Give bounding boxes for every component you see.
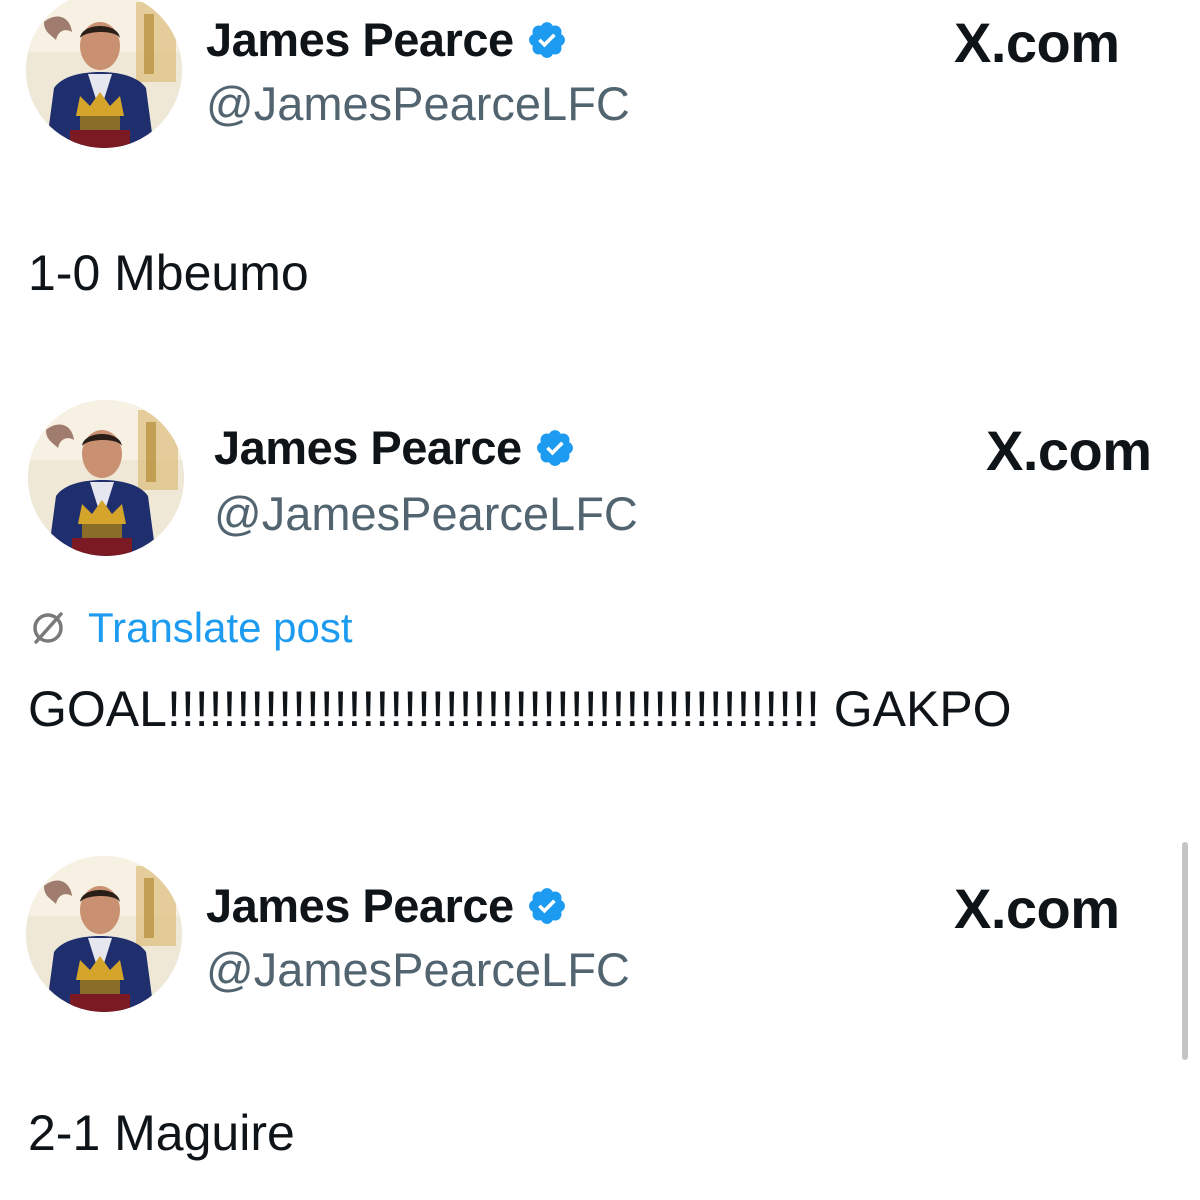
post: James Pearce @JamesPearceLFC X.com 2-1 M… (0, 0, 1200, 1200)
author-display-name[interactable]: James Pearce (206, 878, 514, 933)
verified-badge-icon (526, 885, 568, 927)
brand-label: X.com (954, 877, 1120, 940)
post-text: 2-1 Maguire (28, 1105, 295, 1161)
avatar[interactable] (26, 856, 182, 1012)
author-handle[interactable]: @JamesPearceLFC (206, 942, 630, 997)
scrollbar[interactable] (1182, 842, 1188, 1060)
avatar-photo (26, 856, 182, 1012)
